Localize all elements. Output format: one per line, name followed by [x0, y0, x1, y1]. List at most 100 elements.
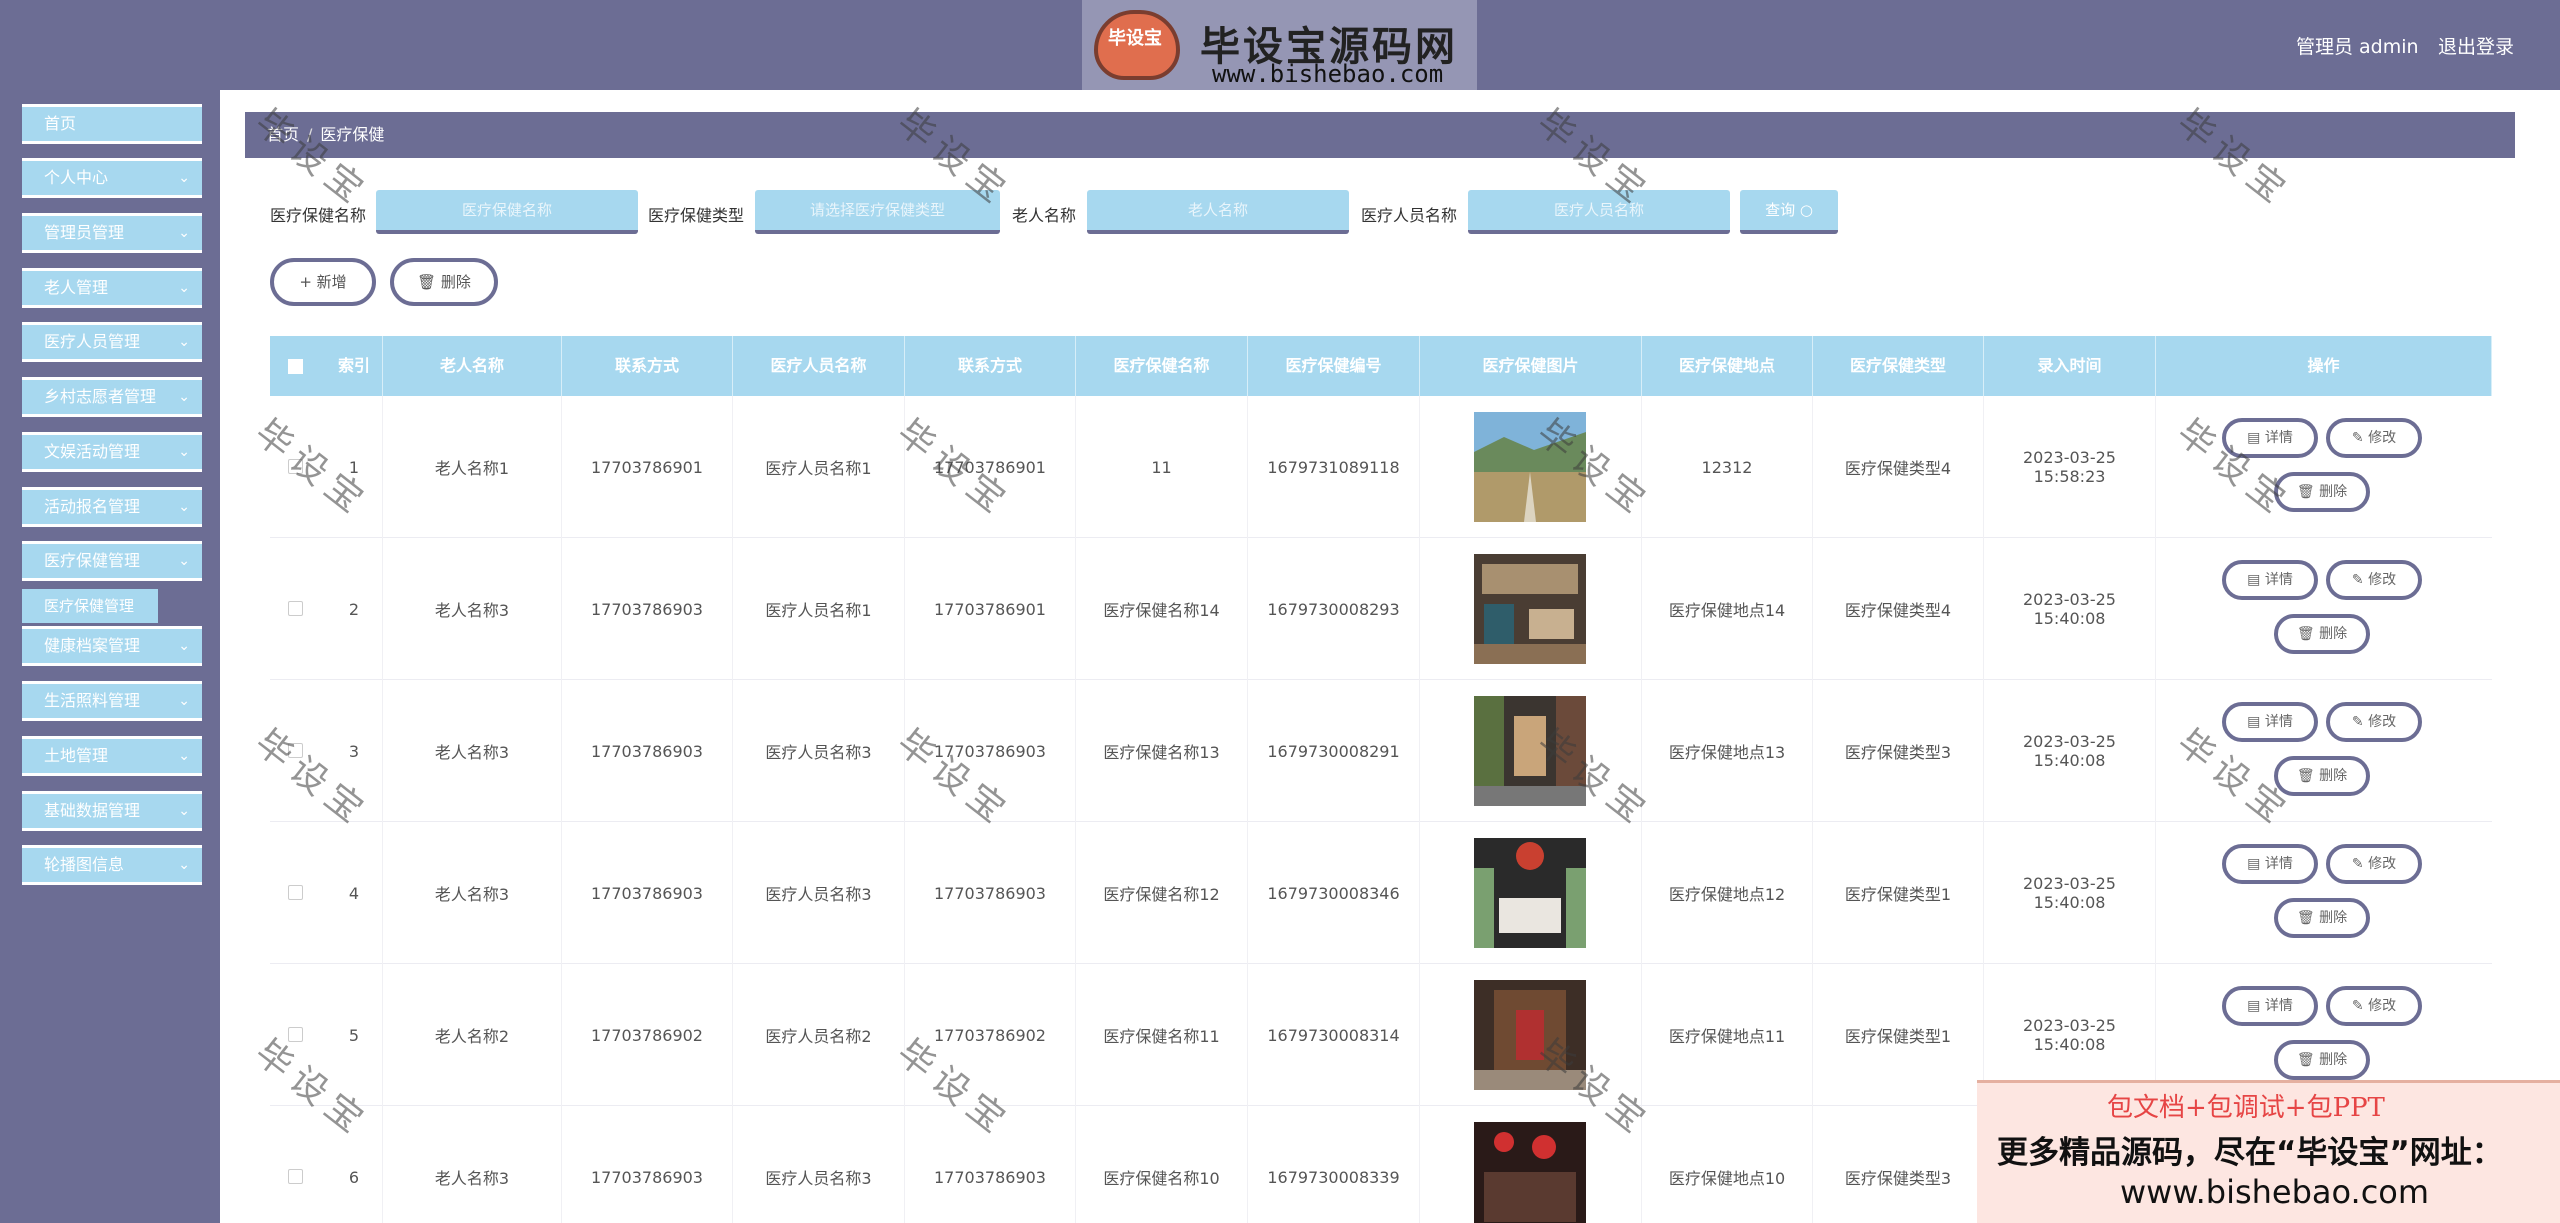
table-row: 2 老人名称3 17703786903 医疗人员名称1 17703786901 医疗保健名… [270, 538, 2492, 680]
sidebar-item[interactable]: 老人管理 ⌄ [22, 268, 202, 308]
chevron-down-icon: ⌄ [178, 638, 190, 654]
chevron-down-icon: ⌄ [178, 803, 190, 819]
cell-health-place-text: 医疗保健地点13 [1668, 743, 1786, 762]
delete-button[interactable]: 🗑 删除 [2274, 614, 2370, 654]
cell-staff-name: 医疗人员名称2 [733, 964, 905, 1106]
chevron-down-icon: ⌄ [178, 553, 190, 569]
cell-entry-time-text: 2023-03-25 15:40:08 [2023, 732, 2116, 770]
batch-delete-button[interactable]: 🗑 删除 [390, 258, 498, 306]
cell-health-name: 11 [1076, 396, 1248, 538]
breadcrumb-home[interactable]: 首页 [267, 125, 299, 144]
logout-button[interactable]: 退出登录 [2438, 32, 2514, 59]
edit-button[interactable]: ✎ 修改 [2326, 702, 2422, 742]
add-button[interactable]: + 新增 [270, 258, 376, 306]
sidebar-item[interactable]: 健康档案管理 ⌄ [22, 626, 202, 666]
health-image-thumbnail[interactable] [1474, 412, 1586, 522]
cell-staff-phone-text: 17703786901 [934, 457, 1046, 477]
cell-health-name: 医疗保健名称10 [1076, 1106, 1248, 1223]
select-all-checkbox[interactable] [288, 359, 303, 374]
delete-button[interactable]: 🗑 删除 [2274, 472, 2370, 512]
detail-button[interactable]: ▤ 详情 [2222, 418, 2318, 458]
cell-elder-phone-text: 17703786903 [591, 1167, 703, 1187]
row-checkbox[interactable] [288, 743, 303, 758]
health-image-thumbnail[interactable] [1474, 1122, 1586, 1223]
cell-health-place-text: 医疗保健地点11 [1668, 1027, 1786, 1046]
edit-button[interactable]: ✎ 修改 [2326, 560, 2422, 600]
edit-icon: ✎ [2351, 572, 2369, 588]
cell-health-place: 医疗保健地点11 [1642, 964, 1813, 1106]
cell-staff-phone-text: 17703786903 [934, 1167, 1046, 1187]
cell-index-text: 3 [348, 741, 360, 761]
detail-button[interactable]: ▤ 详情 [2222, 702, 2318, 742]
cell-elder-phone: 17703786903 [562, 822, 733, 964]
cell-health-name: 医疗保健名称11 [1076, 964, 1248, 1106]
column-header: 医疗保健编号 [1248, 336, 1420, 396]
detail-button[interactable]: ▤ 详情 [2222, 560, 2318, 600]
sidebar-item[interactable]: 医疗人员管理 ⌄ [22, 322, 202, 362]
delete-button[interactable]: 🗑 删除 [2274, 1040, 2370, 1080]
ad-line-2: 更多精品源码，尽在“毕设宝”网址： [1997, 1135, 2503, 1171]
sidebar-item[interactable]: 乡村志愿者管理 ⌄ [22, 377, 202, 417]
cell-staff-name-text: 医疗人员名称2 [765, 1027, 872, 1046]
cell-entry-time: 2023-03-25 15:58:23 [1984, 396, 2156, 538]
edit-button[interactable]: ✎ 修改 [2326, 986, 2422, 1026]
health-image-thumbnail[interactable] [1474, 980, 1586, 1090]
edit-button[interactable]: ✎ 修改 [2326, 844, 2422, 884]
document-icon: ▤ [2247, 430, 2265, 446]
cell-elder-name: 老人名称1 [383, 396, 562, 538]
cell-staff-name: 医疗人员名称3 [733, 822, 905, 964]
search-type-label: 医疗保健类型 [648, 206, 745, 225]
delete-button[interactable]: 🗑 删除 [2274, 756, 2370, 796]
cell-index-text: 6 [348, 1167, 360, 1187]
health-image-thumbnail[interactable] [1474, 696, 1586, 806]
sidebar-item[interactable]: 土地管理 ⌄ [22, 736, 202, 776]
cell-health-place: 医疗保健地点10 [1642, 1106, 1813, 1223]
cell-index: 5 [326, 964, 383, 1106]
sidebar-item[interactable]: 医疗保健管理 ⌄ [22, 541, 202, 581]
edit-icon: ✎ [2351, 856, 2369, 872]
cell-elder-phone: 17703786903 [562, 538, 733, 680]
search-type-select[interactable] [755, 190, 1000, 234]
sidebar-item[interactable]: 首页 [22, 104, 202, 144]
sidebar-item[interactable]: 生活照料管理 ⌄ [22, 681, 202, 721]
row-checkbox[interactable] [288, 1027, 303, 1042]
query-button[interactable]: 查询 ○ [1740, 190, 1838, 234]
column-header: 操作 [2156, 336, 2492, 396]
detail-button[interactable]: ▤ 详情 [2222, 986, 2318, 1026]
top-bar: 毕设宝 毕设宝源码网 www.bishebao.com 管理员 admin 退出… [0, 0, 2560, 90]
sidebar-item[interactable]: 活动报名管理 ⌄ [22, 487, 202, 527]
cell-elder-name-text: 老人名称1 [434, 459, 510, 478]
cell-entry-time-text: 2023-03-25 15:40:08 [2023, 874, 2116, 912]
chevron-down-icon: ⌄ [178, 748, 190, 764]
cell-health-name-text: 11 [1151, 457, 1172, 477]
cell-health-place: 医疗保健地点13 [1642, 680, 1813, 822]
row-checkbox[interactable] [288, 601, 303, 616]
search-staff-input[interactable] [1468, 190, 1730, 234]
health-image-thumbnail[interactable] [1474, 554, 1586, 664]
edit-button[interactable]: ✎ 修改 [2326, 418, 2422, 458]
health-image-thumbnail[interactable] [1474, 838, 1586, 948]
search-name-input[interactable] [376, 190, 638, 234]
row-checkbox[interactable] [288, 459, 303, 474]
table-row: 1 老人名称1 17703786901 医疗人员名称1 17703786901 11 167… [270, 396, 2492, 538]
sidebar-item[interactable]: 管理员管理 ⌄ [22, 213, 202, 253]
cell-health-place-text: 12312 [1701, 457, 1753, 477]
delete-button[interactable]: 🗑 删除 [2274, 898, 2370, 938]
cell-elder-name-text: 老人名称3 [434, 885, 510, 904]
search-elder-input[interactable] [1087, 190, 1349, 234]
row-checkbox[interactable] [288, 1169, 303, 1184]
detail-button[interactable]: ▤ 详情 [2222, 844, 2318, 884]
logo-mark-text: 毕设宝 [1108, 28, 1162, 49]
sidebar-subitem-medical[interactable]: 医疗保健管理 [22, 589, 158, 623]
cell-elder-phone: 17703786903 [562, 680, 733, 822]
sidebar-item-label: 医疗人员管理 [44, 332, 141, 351]
chevron-down-icon: ⌄ [178, 334, 190, 350]
sidebar-item[interactable]: 轮播图信息 ⌄ [22, 845, 202, 885]
sidebar-item[interactable]: 文娱活动管理 ⌄ [22, 432, 202, 472]
chevron-down-icon: ⌄ [178, 693, 190, 709]
delete-label: 删除 [2319, 1052, 2348, 1068]
sidebar-item[interactable]: 个人中心 ⌄ [22, 158, 202, 198]
row-checkbox[interactable] [288, 885, 303, 900]
cell-health-type: 医疗保健类型3 [1813, 680, 1984, 822]
sidebar-item[interactable]: 基础数据管理 ⌄ [22, 791, 202, 831]
